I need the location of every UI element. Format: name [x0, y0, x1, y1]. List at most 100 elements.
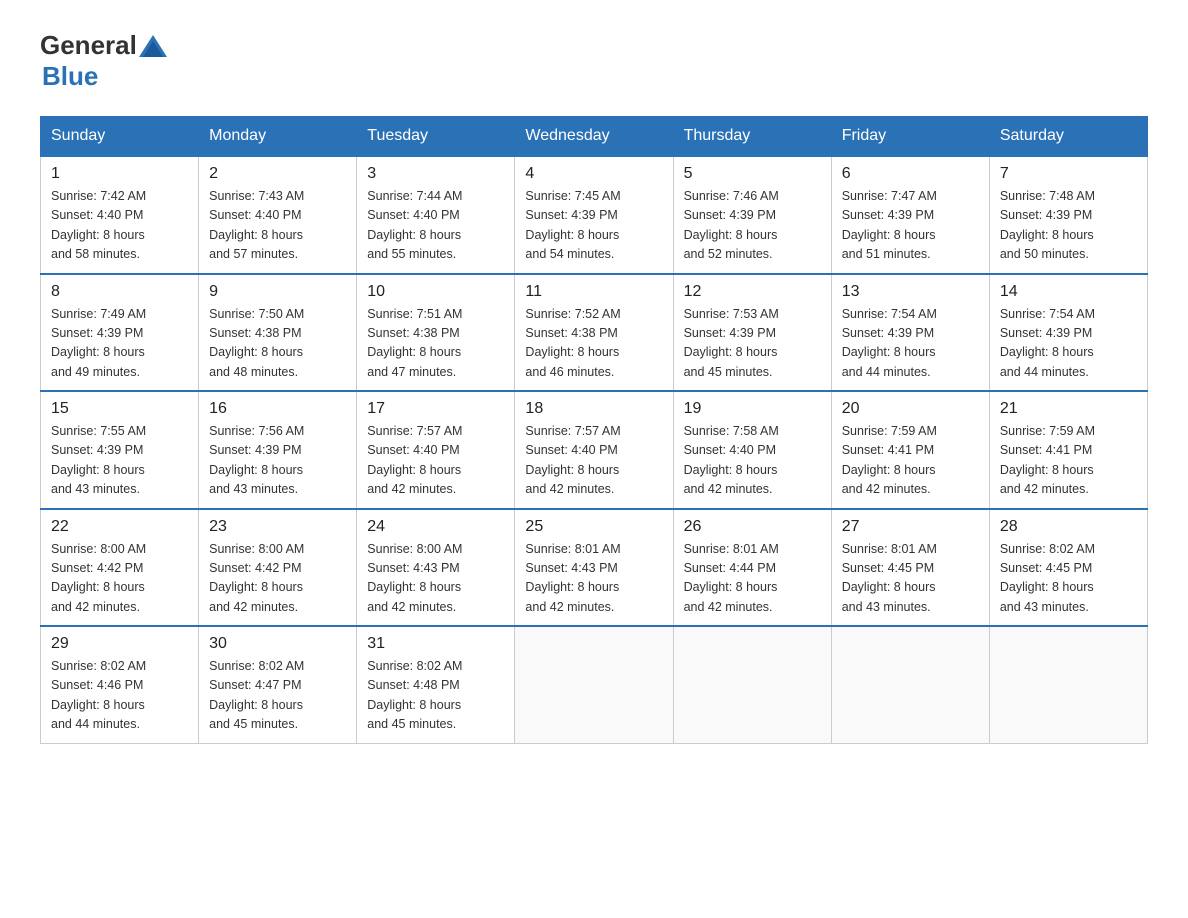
calendar-week-5: 29 Sunrise: 8:02 AM Sunset: 4:46 PM Dayl…	[41, 626, 1148, 743]
calendar-week-3: 15 Sunrise: 7:55 AM Sunset: 4:39 PM Dayl…	[41, 391, 1148, 509]
day-info: Sunrise: 8:01 AM Sunset: 4:44 PM Dayligh…	[684, 540, 821, 618]
calendar-cell: 13 Sunrise: 7:54 AM Sunset: 4:39 PM Dayl…	[831, 274, 989, 392]
day-number: 5	[684, 165, 821, 183]
day-number: 10	[367, 283, 504, 301]
day-info: Sunrise: 7:51 AM Sunset: 4:38 PM Dayligh…	[367, 305, 504, 383]
day-number: 1	[51, 165, 188, 183]
day-number: 14	[1000, 283, 1137, 301]
day-info: Sunrise: 7:58 AM Sunset: 4:40 PM Dayligh…	[684, 422, 821, 500]
day-number: 29	[51, 635, 188, 653]
day-info: Sunrise: 7:53 AM Sunset: 4:39 PM Dayligh…	[684, 305, 821, 383]
day-number: 22	[51, 518, 188, 536]
calendar-cell: 14 Sunrise: 7:54 AM Sunset: 4:39 PM Dayl…	[989, 274, 1147, 392]
calendar-cell: 9 Sunrise: 7:50 AM Sunset: 4:38 PM Dayli…	[199, 274, 357, 392]
column-header-saturday: Saturday	[989, 117, 1147, 157]
day-number: 3	[367, 165, 504, 183]
column-header-sunday: Sunday	[41, 117, 199, 157]
column-header-tuesday: Tuesday	[357, 117, 515, 157]
day-info: Sunrise: 7:57 AM Sunset: 4:40 PM Dayligh…	[367, 422, 504, 500]
calendar-cell: 27 Sunrise: 8:01 AM Sunset: 4:45 PM Dayl…	[831, 509, 989, 627]
day-info: Sunrise: 8:01 AM Sunset: 4:43 PM Dayligh…	[525, 540, 662, 618]
day-number: 11	[525, 283, 662, 301]
calendar-week-1: 1 Sunrise: 7:42 AM Sunset: 4:40 PM Dayli…	[41, 156, 1148, 274]
column-header-thursday: Thursday	[673, 117, 831, 157]
day-info: Sunrise: 7:48 AM Sunset: 4:39 PM Dayligh…	[1000, 187, 1137, 265]
calendar-cell: 28 Sunrise: 8:02 AM Sunset: 4:45 PM Dayl…	[989, 509, 1147, 627]
calendar-cell: 29 Sunrise: 8:02 AM Sunset: 4:46 PM Dayl…	[41, 626, 199, 743]
calendar-cell: 24 Sunrise: 8:00 AM Sunset: 4:43 PM Dayl…	[357, 509, 515, 627]
day-info: Sunrise: 8:02 AM Sunset: 4:45 PM Dayligh…	[1000, 540, 1137, 618]
calendar-cell: 19 Sunrise: 7:58 AM Sunset: 4:40 PM Dayl…	[673, 391, 831, 509]
page-header: General Blue	[40, 30, 1148, 92]
calendar-cell: 3 Sunrise: 7:44 AM Sunset: 4:40 PM Dayli…	[357, 156, 515, 274]
column-header-friday: Friday	[831, 117, 989, 157]
day-number: 25	[525, 518, 662, 536]
logo-blue-text: Blue	[42, 61, 98, 91]
day-info: Sunrise: 7:46 AM Sunset: 4:39 PM Dayligh…	[684, 187, 821, 265]
day-info: Sunrise: 7:47 AM Sunset: 4:39 PM Dayligh…	[842, 187, 979, 265]
day-number: 26	[684, 518, 821, 536]
calendar-cell: 18 Sunrise: 7:57 AM Sunset: 4:40 PM Dayl…	[515, 391, 673, 509]
day-number: 19	[684, 400, 821, 418]
day-info: Sunrise: 7:54 AM Sunset: 4:39 PM Dayligh…	[1000, 305, 1137, 383]
day-number: 18	[525, 400, 662, 418]
day-info: Sunrise: 7:59 AM Sunset: 4:41 PM Dayligh…	[1000, 422, 1137, 500]
day-info: Sunrise: 7:42 AM Sunset: 4:40 PM Dayligh…	[51, 187, 188, 265]
day-info: Sunrise: 8:02 AM Sunset: 4:46 PM Dayligh…	[51, 657, 188, 735]
day-info: Sunrise: 8:01 AM Sunset: 4:45 PM Dayligh…	[842, 540, 979, 618]
calendar-cell	[831, 626, 989, 743]
day-number: 24	[367, 518, 504, 536]
day-number: 15	[51, 400, 188, 418]
calendar-cell: 7 Sunrise: 7:48 AM Sunset: 4:39 PM Dayli…	[989, 156, 1147, 274]
day-info: Sunrise: 8:02 AM Sunset: 4:48 PM Dayligh…	[367, 657, 504, 735]
column-header-wednesday: Wednesday	[515, 117, 673, 157]
calendar-cell: 6 Sunrise: 7:47 AM Sunset: 4:39 PM Dayli…	[831, 156, 989, 274]
day-info: Sunrise: 7:50 AM Sunset: 4:38 PM Dayligh…	[209, 305, 346, 383]
day-info: Sunrise: 7:56 AM Sunset: 4:39 PM Dayligh…	[209, 422, 346, 500]
day-info: Sunrise: 7:49 AM Sunset: 4:39 PM Dayligh…	[51, 305, 188, 383]
day-number: 30	[209, 635, 346, 653]
day-info: Sunrise: 8:02 AM Sunset: 4:47 PM Dayligh…	[209, 657, 346, 735]
day-number: 7	[1000, 165, 1137, 183]
calendar-cell: 4 Sunrise: 7:45 AM Sunset: 4:39 PM Dayli…	[515, 156, 673, 274]
logo-icon	[139, 35, 167, 57]
day-number: 6	[842, 165, 979, 183]
calendar-cell: 1 Sunrise: 7:42 AM Sunset: 4:40 PM Dayli…	[41, 156, 199, 274]
day-info: Sunrise: 7:55 AM Sunset: 4:39 PM Dayligh…	[51, 422, 188, 500]
calendar-cell: 11 Sunrise: 7:52 AM Sunset: 4:38 PM Dayl…	[515, 274, 673, 392]
day-number: 2	[209, 165, 346, 183]
day-number: 20	[842, 400, 979, 418]
calendar-cell: 15 Sunrise: 7:55 AM Sunset: 4:39 PM Dayl…	[41, 391, 199, 509]
calendar-cell: 10 Sunrise: 7:51 AM Sunset: 4:38 PM Dayl…	[357, 274, 515, 392]
day-info: Sunrise: 7:57 AM Sunset: 4:40 PM Dayligh…	[525, 422, 662, 500]
calendar-cell	[515, 626, 673, 743]
day-number: 12	[684, 283, 821, 301]
calendar-cell: 8 Sunrise: 7:49 AM Sunset: 4:39 PM Dayli…	[41, 274, 199, 392]
day-number: 8	[51, 283, 188, 301]
calendar-cell: 12 Sunrise: 7:53 AM Sunset: 4:39 PM Dayl…	[673, 274, 831, 392]
calendar-cell: 25 Sunrise: 8:01 AM Sunset: 4:43 PM Dayl…	[515, 509, 673, 627]
logo-general-text: General	[40, 30, 137, 61]
calendar-cell: 22 Sunrise: 8:00 AM Sunset: 4:42 PM Dayl…	[41, 509, 199, 627]
day-info: Sunrise: 7:59 AM Sunset: 4:41 PM Dayligh…	[842, 422, 979, 500]
day-info: Sunrise: 8:00 AM Sunset: 4:43 PM Dayligh…	[367, 540, 504, 618]
calendar-week-4: 22 Sunrise: 8:00 AM Sunset: 4:42 PM Dayl…	[41, 509, 1148, 627]
calendar-week-2: 8 Sunrise: 7:49 AM Sunset: 4:39 PM Dayli…	[41, 274, 1148, 392]
logo: General Blue	[40, 30, 169, 92]
calendar-cell: 2 Sunrise: 7:43 AM Sunset: 4:40 PM Dayli…	[199, 156, 357, 274]
calendar-header: SundayMondayTuesdayWednesdayThursdayFrid…	[41, 117, 1148, 157]
day-number: 4	[525, 165, 662, 183]
calendar-cell: 5 Sunrise: 7:46 AM Sunset: 4:39 PM Dayli…	[673, 156, 831, 274]
calendar-cell: 23 Sunrise: 8:00 AM Sunset: 4:42 PM Dayl…	[199, 509, 357, 627]
calendar-cell: 26 Sunrise: 8:01 AM Sunset: 4:44 PM Dayl…	[673, 509, 831, 627]
day-info: Sunrise: 8:00 AM Sunset: 4:42 PM Dayligh…	[51, 540, 188, 618]
day-number: 28	[1000, 518, 1137, 536]
day-number: 21	[1000, 400, 1137, 418]
day-info: Sunrise: 7:54 AM Sunset: 4:39 PM Dayligh…	[842, 305, 979, 383]
day-info: Sunrise: 8:00 AM Sunset: 4:42 PM Dayligh…	[209, 540, 346, 618]
calendar-cell: 16 Sunrise: 7:56 AM Sunset: 4:39 PM Dayl…	[199, 391, 357, 509]
day-info: Sunrise: 7:43 AM Sunset: 4:40 PM Dayligh…	[209, 187, 346, 265]
calendar-cell	[989, 626, 1147, 743]
day-number: 31	[367, 635, 504, 653]
calendar-cell	[673, 626, 831, 743]
